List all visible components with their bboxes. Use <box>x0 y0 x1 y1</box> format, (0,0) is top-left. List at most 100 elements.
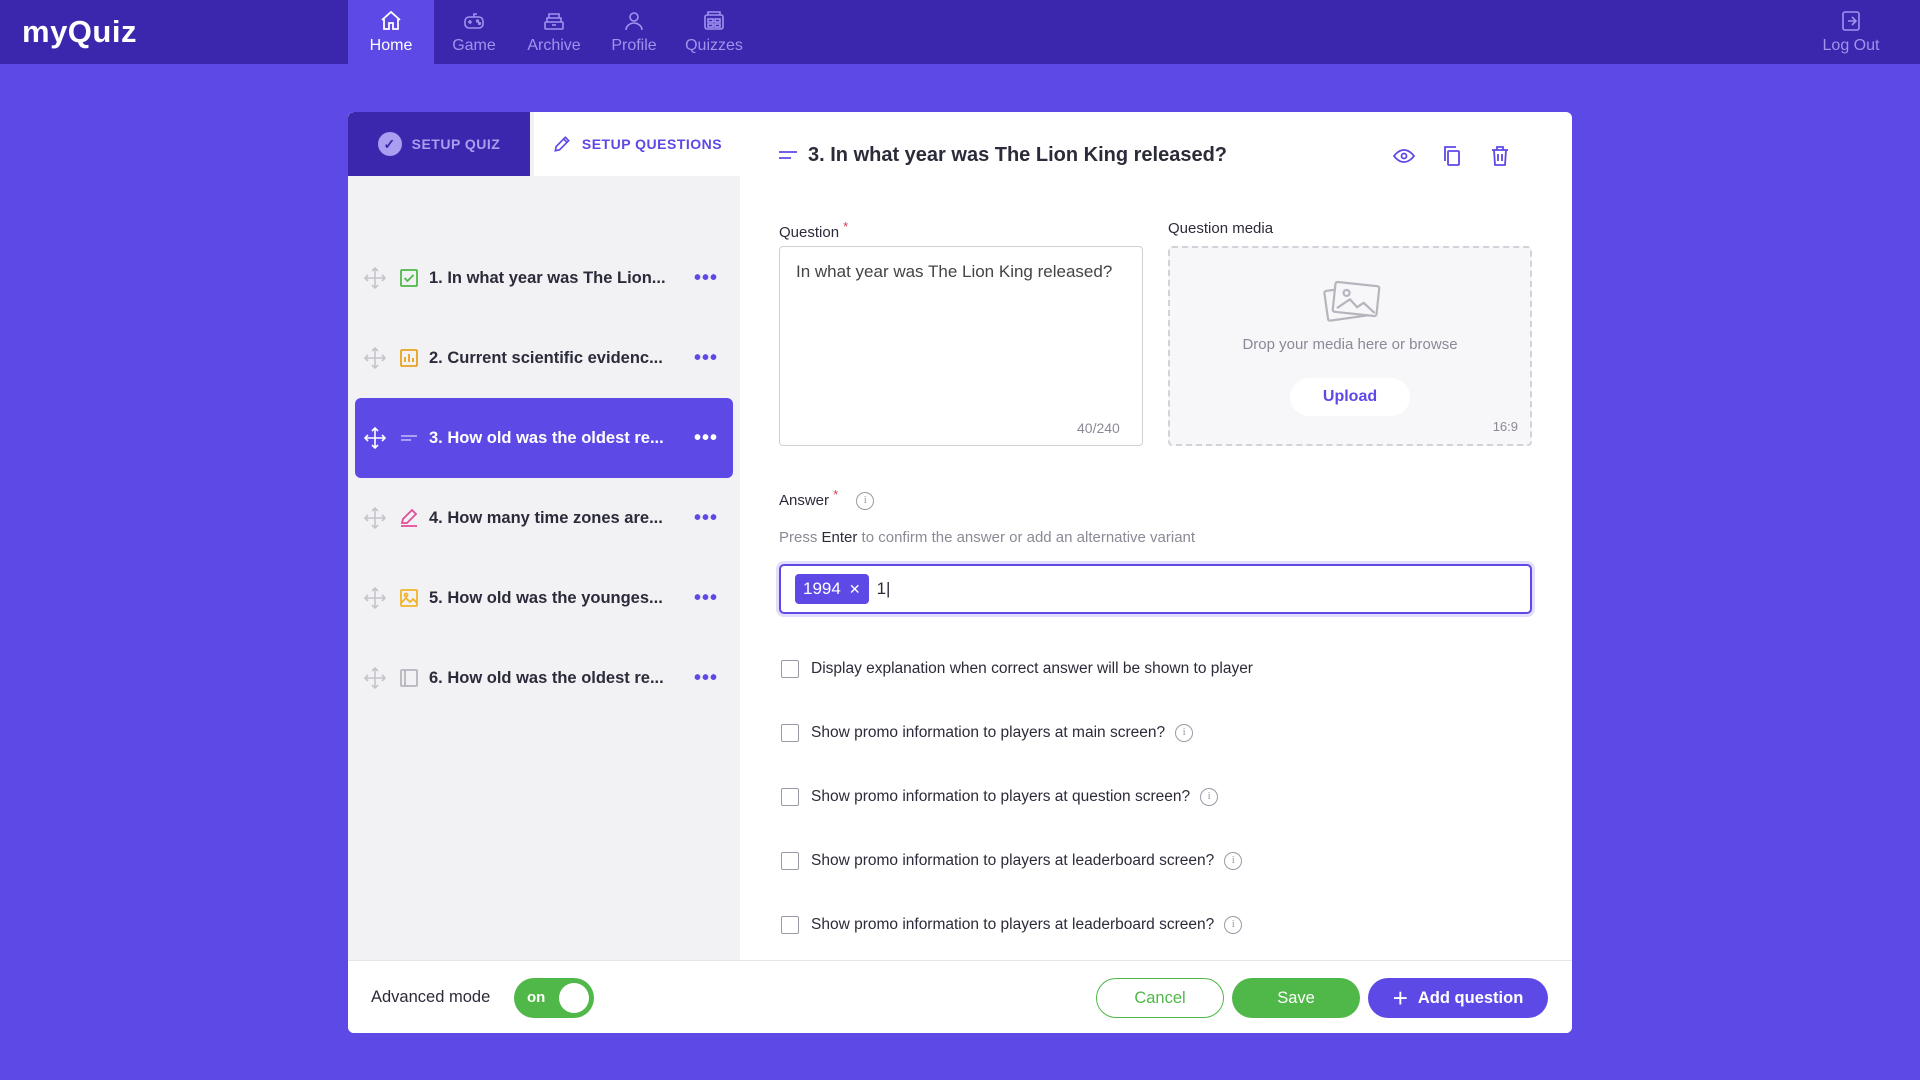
info-icon[interactable]: i <box>1175 724 1194 742</box>
question-title: 1. In what year was The Lion... <box>429 268 666 287</box>
answer-label-text: Answer <box>779 492 830 509</box>
nav-item-game[interactable]: Game <box>434 0 514 64</box>
info-icon[interactable]: i <box>1224 852 1243 870</box>
more-options-icon[interactable]: ••• <box>691 587 721 610</box>
question-label: Question * <box>779 220 848 241</box>
question-list-item[interactable]: 2. Current scientific evidenc... ••• <box>355 318 733 398</box>
question-title: 2. Current scientific evidenc... <box>429 348 663 367</box>
answer-hint: Press Enter to confirm the answer or add… <box>779 529 1195 546</box>
add-question-button[interactable]: + Add question <box>1368 978 1548 1018</box>
option-display-explanation[interactable]: Display explanation when correct answer … <box>781 660 1253 678</box>
advanced-mode-toggle[interactable]: on <box>514 978 594 1018</box>
drag-handle-icon[interactable] <box>363 586 387 610</box>
bar-chart-icon <box>400 349 418 367</box>
tab-setup-questions[interactable]: SETUP QUESTIONS <box>534 112 740 176</box>
more-options-icon[interactable]: ••• <box>691 347 721 370</box>
pencil-icon <box>400 508 418 527</box>
advanced-mode-label: Advanced mode <box>371 988 491 1006</box>
nav-item-archive[interactable]: Archive <box>514 0 594 64</box>
question-list-item[interactable]: 1. In what year was The Lion... ••• <box>355 238 733 318</box>
info-icon[interactable]: i <box>1200 788 1219 806</box>
hint-prefix: Press <box>779 529 818 546</box>
preview-eye-icon[interactable] <box>1392 144 1416 168</box>
gamepad-icon <box>464 13 484 29</box>
hint-key: Enter <box>821 529 858 546</box>
top-navigation-bar: myQuiz Home Game Archive Profile Quizzes… <box>0 0 1920 64</box>
option-label: Show promo information to players at lea… <box>811 852 1215 869</box>
info-icon[interactable]: i <box>856 492 875 511</box>
character-counter: 40/240 <box>1077 420 1120 436</box>
text-lines-icon <box>401 435 417 441</box>
checkbox[interactable] <box>781 916 799 934</box>
media-aspect-ratio: 16:9 <box>1492 419 1518 434</box>
question-text-field[interactable]: In what year was The Lion King released? <box>779 246 1143 446</box>
quizzes-icon <box>704 11 724 30</box>
main-nav: Home Game Archive Profile Quizzes <box>348 0 754 64</box>
option-promo-leaderboard-screen-2[interactable]: Show promo information to players at lea… <box>781 916 1243 934</box>
logout-label: Log Out <box>1822 37 1880 54</box>
upload-button[interactable]: Upload <box>1290 378 1410 416</box>
editor-footer: Advanced mode on Cancel Save + Add quest… <box>348 960 1572 1033</box>
tab-setup-quiz[interactable]: ✓ SETUP QUIZ <box>348 112 530 176</box>
more-options-icon[interactable]: ••• <box>691 507 721 530</box>
logo[interactable]: myQuiz <box>22 12 137 52</box>
more-options-icon[interactable]: ••• <box>691 427 721 450</box>
toggle-knob <box>559 983 589 1013</box>
option-label: Display explanation when correct answer … <box>811 660 1253 677</box>
image-icon <box>400 589 418 607</box>
answer-input-box[interactable]: 1994 ✕ <box>779 564 1532 614</box>
tab-label: SETUP QUESTIONS <box>581 136 723 152</box>
checkbox[interactable] <box>781 852 799 870</box>
cancel-button[interactable]: Cancel <box>1096 978 1224 1018</box>
tab-label: SETUP QUIZ <box>411 136 501 152</box>
info-icon[interactable]: i <box>1224 916 1243 934</box>
checkbox[interactable] <box>781 788 799 806</box>
quiz-editor-card: ✓ SETUP QUIZ SETUP QUESTIONS 1. In what … <box>348 112 1572 1033</box>
answer-input[interactable] <box>876 579 1277 599</box>
nav-item-profile[interactable]: Profile <box>594 0 674 64</box>
nav-item-quizzes[interactable]: Quizzes <box>674 0 754 64</box>
home-icon <box>381 10 401 30</box>
remove-chip-icon[interactable]: ✕ <box>849 581 861 598</box>
question-list-pane: ✓ SETUP QUIZ SETUP QUESTIONS 1. In what … <box>348 112 740 960</box>
logout-button[interactable]: Log Out <box>1816 0 1886 64</box>
option-label: Show promo information to players at que… <box>811 788 1191 805</box>
option-promo-leaderboard-screen[interactable]: Show promo information to players at lea… <box>781 852 1243 870</box>
option-promo-question-screen[interactable]: Show promo information to players at que… <box>781 788 1219 806</box>
question-list-item-active[interactable]: 3. How old was the oldest re... ••• <box>355 398 733 478</box>
trash-icon[interactable] <box>1488 144 1512 168</box>
option-promo-main-screen[interactable]: Show promo information to players at mai… <box>781 724 1194 742</box>
drag-handle-icon[interactable] <box>363 266 387 290</box>
question-editor-header: 3. In what year was The Lion King releas… <box>740 112 1572 200</box>
drag-handle-icon[interactable] <box>363 426 387 450</box>
archive-icon <box>544 13 564 30</box>
question-list-item[interactable]: 6. How old was the oldest re... ••• <box>355 638 733 718</box>
required-mark: * <box>843 220 849 234</box>
more-options-icon[interactable]: ••• <box>691 267 721 290</box>
checkbox[interactable] <box>781 660 799 678</box>
more-options-icon[interactable]: ••• <box>691 667 721 690</box>
question-media-label: Question media <box>1168 220 1274 237</box>
save-button[interactable]: Save <box>1232 978 1360 1018</box>
required-mark: * <box>833 488 839 502</box>
question-list-item[interactable]: 4. How many time zones are... ••• <box>355 478 733 558</box>
pencil-icon <box>554 136 570 152</box>
duplicate-icon[interactable] <box>1440 144 1464 168</box>
drag-handle-icon[interactable] <box>363 666 387 690</box>
media-dropzone[interactable]: Drop your media here or browse Upload 16… <box>1168 246 1532 446</box>
answer-label: Answer * i <box>779 488 875 511</box>
logout-icon <box>1842 11 1860 31</box>
question-list: 1. In what year was The Lion... ••• 2. C… <box>355 238 733 718</box>
checkbox[interactable] <box>781 724 799 742</box>
question-title: 5. How old was the younges... <box>429 588 663 607</box>
check-circle-icon: ✓ <box>377 132 402 156</box>
question-title: 4. How many time zones are... <box>429 508 663 527</box>
drag-handle-icon[interactable] <box>363 506 387 530</box>
question-list-item[interactable]: 5. How old was the younges... ••• <box>355 558 733 638</box>
checkbox-icon <box>400 269 418 287</box>
add-question-label: Add question <box>1417 988 1524 1007</box>
nav-item-label: Home <box>369 37 413 54</box>
drag-handle-icon[interactable] <box>363 346 387 370</box>
nav-item-label: Quizzes <box>685 37 743 54</box>
nav-item-home[interactable]: Home <box>348 0 434 64</box>
